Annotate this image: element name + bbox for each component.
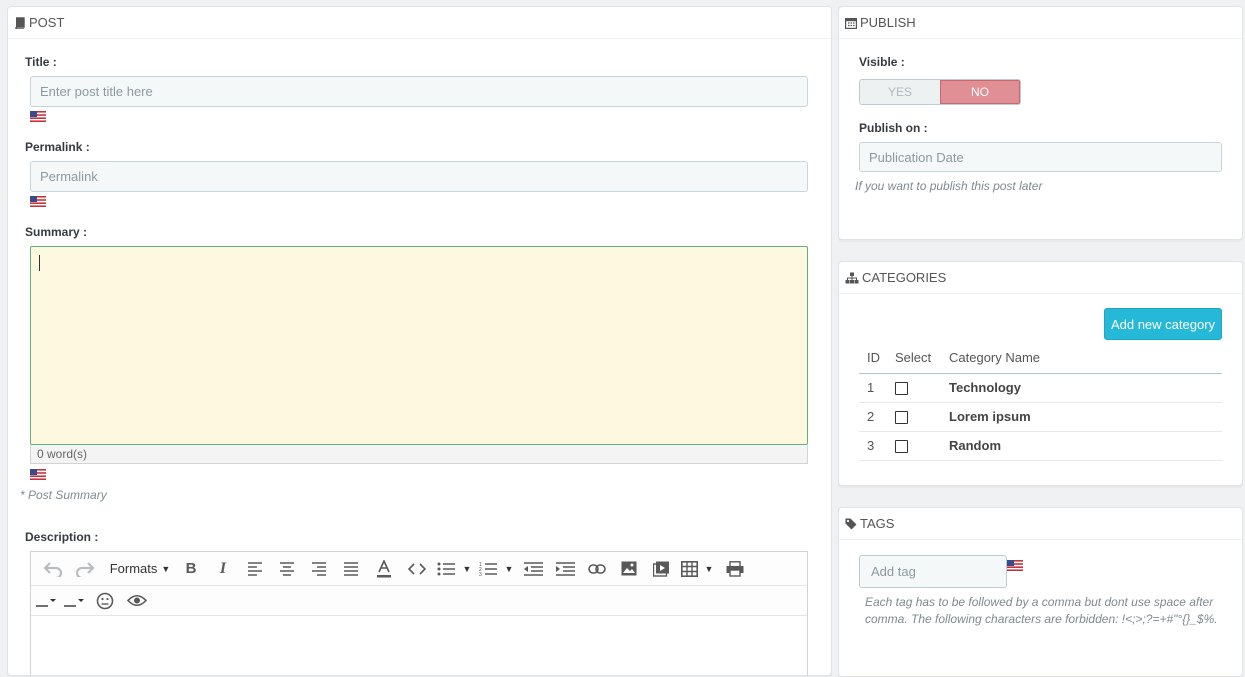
sitemap-icon <box>845 272 859 284</box>
bullet-list-caret-icon[interactable]: ▼ <box>459 556 475 582</box>
image-icon[interactable] <box>613 556 645 582</box>
us-flag-icon[interactable] <box>30 111 46 122</box>
caret-down-icon: ▼ <box>161 563 171 574</box>
visible-no-option[interactable]: NO <box>940 80 1020 104</box>
publish-panel-header: PUBLISH <box>839 7 1242 39</box>
editor-toolbar-row-2 <box>31 586 807 616</box>
table-row: 3 Random <box>859 431 1222 461</box>
permalink-label: Permalink : <box>25 140 90 154</box>
text-color-icon[interactable] <box>367 556 401 582</box>
text-cursor <box>39 255 40 271</box>
post-panel: POST Title : Enter post title here Perma… <box>7 6 832 676</box>
formats-dropdown[interactable]: Formats ▼ <box>105 556 175 582</box>
us-flag-icon[interactable] <box>30 469 46 480</box>
category-id: 1 <box>859 373 887 403</box>
tags-panel: TAGS Add tag Each tag has to be followed… <box>838 507 1243 677</box>
us-flag-icon[interactable] <box>1007 560 1023 571</box>
outdent-icon[interactable] <box>517 556 549 582</box>
publish-on-label: Publish on : <box>859 121 928 135</box>
add-new-category-button[interactable]: Add new category <box>1104 308 1222 340</box>
post-panel-title: POST <box>29 15 65 30</box>
title-input[interactable]: Enter post title here <box>30 76 808 107</box>
numbered-list-icon[interactable]: 123 <box>475 556 501 582</box>
align-justify-icon[interactable] <box>335 556 367 582</box>
align-center-icon[interactable] <box>271 556 303 582</box>
category-select[interactable] <box>887 402 941 432</box>
tag-icon <box>845 518 857 530</box>
category-name: Technology <box>941 373 1222 403</box>
font-size-dropdown[interactable] <box>61 588 89 614</box>
tags-help: Each tag has to be followed by a comma b… <box>865 595 1218 626</box>
categories-panel-header: CATEGORIES <box>839 262 1242 294</box>
publish-panel: PUBLISH Visible : YES NO Publish on : Pu… <box>838 6 1243 240</box>
category-name: Lorem ipsum <box>941 402 1222 432</box>
calendar-icon <box>845 17 857 29</box>
category-select[interactable] <box>887 431 941 461</box>
category-id: 2 <box>859 402 887 432</box>
tags-panel-title: TAGS <box>860 516 895 531</box>
table-row: 1 Technology <box>859 373 1222 403</box>
print-icon[interactable] <box>717 556 753 582</box>
publish-panel-title: PUBLISH <box>860 15 916 30</box>
category-checkbox[interactable] <box>895 440 908 454</box>
indent-icon[interactable] <box>549 556 581 582</box>
column-header-category-name: Category Name <box>941 342 1222 374</box>
table-icon[interactable] <box>677 556 701 582</box>
description-label: Description : <box>25 530 99 544</box>
undo-icon[interactable] <box>37 556 69 582</box>
add-tag-input[interactable]: Add tag <box>859 555 1007 588</box>
category-name: Random <box>941 431 1222 461</box>
numbered-list-caret-icon[interactable]: ▼ <box>501 556 517 582</box>
word-count: 0 word(s) <box>30 445 808 464</box>
visible-yes-option[interactable]: YES <box>860 80 940 104</box>
align-right-icon[interactable] <box>303 556 335 582</box>
svg-text:3: 3 <box>479 572 482 576</box>
table-row: 2 Lorem ipsum <box>859 402 1222 432</box>
link-icon[interactable] <box>581 556 613 582</box>
category-id: 3 <box>859 431 887 461</box>
media-icon[interactable] <box>645 556 677 582</box>
post-panel-header: POST <box>8 7 831 39</box>
categories-panel: CATEGORIES Add new category ID Select Ca… <box>838 261 1243 486</box>
code-icon[interactable] <box>401 556 433 582</box>
column-header-select: Select <box>887 342 941 374</box>
emoticon-icon[interactable] <box>89 588 121 614</box>
title-label: Title : <box>25 55 57 69</box>
redo-icon[interactable] <box>69 556 101 582</box>
publication-date-input[interactable]: Publication Date <box>859 142 1222 172</box>
align-left-icon[interactable] <box>239 556 271 582</box>
categories-table: ID Select Category Name 1 Technology 2 L… <box>859 342 1222 461</box>
bold-icon[interactable]: B <box>175 556 207 582</box>
column-header-id: ID <box>859 342 887 374</box>
description-editor[interactable]: Formats ▼ B I ▼ 1 2 3 ▼ ▼ <box>30 551 808 675</box>
bullet-list-icon[interactable] <box>433 556 459 582</box>
editor-toolbar-row-1: Formats ▼ B I ▼ 1 2 3 ▼ ▼ <box>31 552 807 586</box>
table-header-row: ID Select Category Name <box>859 342 1222 374</box>
summary-textarea[interactable] <box>30 246 808 445</box>
visible-toggle[interactable]: YES NO <box>859 79 1021 105</box>
book-icon <box>14 16 26 29</box>
summary-help: * Post Summary <box>20 488 107 502</box>
formats-label: Formats <box>109 561 158 576</box>
publish-date-help: If you want to publish this post later <box>855 179 1043 193</box>
categories-panel-title: CATEGORIES <box>862 270 947 285</box>
font-family-dropdown[interactable] <box>33 588 61 614</box>
category-checkbox[interactable] <box>895 411 908 425</box>
permalink-input[interactable]: Permalink <box>30 161 808 192</box>
italic-icon[interactable]: I <box>207 556 239 582</box>
tags-panel-header: TAGS <box>839 508 1242 540</box>
us-flag-icon[interactable] <box>30 196 46 207</box>
summary-label: Summary : <box>25 225 88 239</box>
preview-eye-icon[interactable] <box>121 588 153 614</box>
visible-label: Visible : <box>859 55 905 69</box>
category-select[interactable] <box>887 373 941 403</box>
table-caret-icon[interactable]: ▼ <box>701 556 717 582</box>
category-checkbox[interactable] <box>895 382 908 396</box>
